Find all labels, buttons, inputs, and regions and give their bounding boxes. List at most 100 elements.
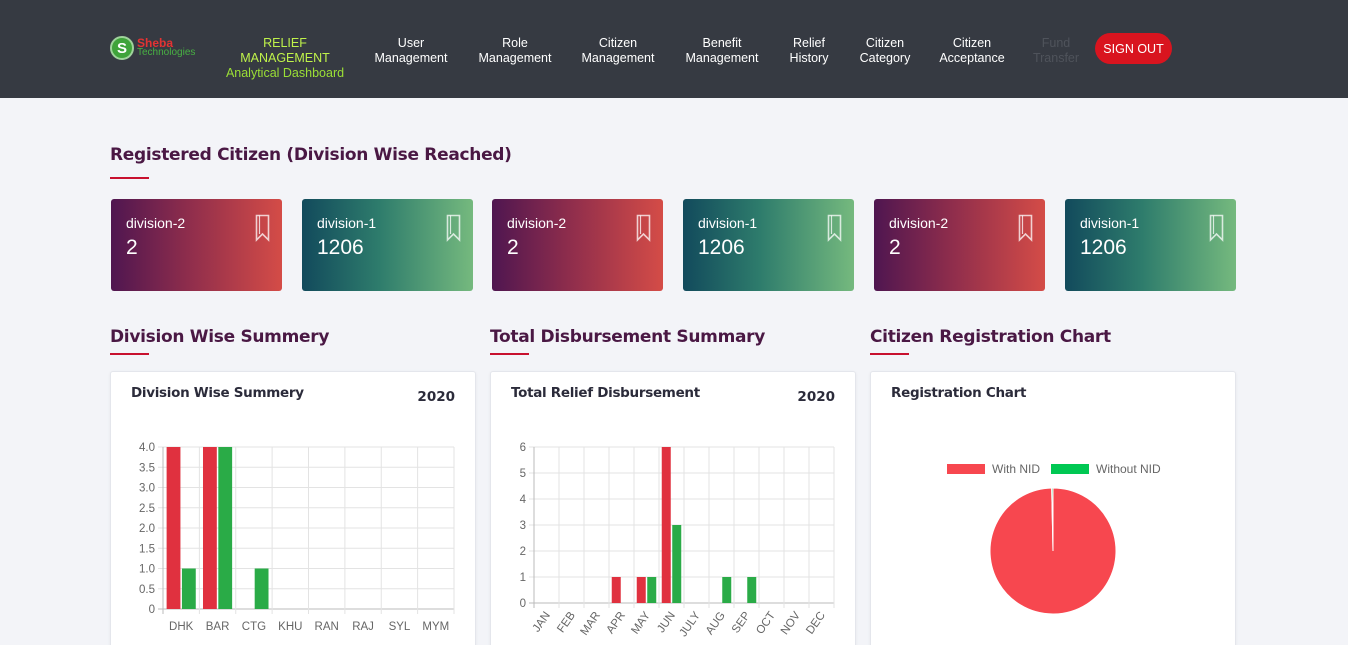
y-tick-label: 1.0 <box>139 564 155 576</box>
x-tick-label: RAJ <box>352 621 374 633</box>
division-card[interactable]: division-2 2 <box>492 199 663 291</box>
nav-benefit-management[interactable]: Benefit Management <box>679 36 765 66</box>
brand-line1: RELIEF MANAGEMENT <box>240 36 330 65</box>
division-card-value: 2 <box>126 236 138 259</box>
division-card[interactable]: division-2 2 <box>111 199 282 291</box>
nav-label: Category <box>859 51 911 65</box>
x-tick-label: JAN <box>531 610 553 635</box>
disbursement-panel: Total Relief Disbursement 2020 0 1 2 3 4 5 6 JA… <box>490 371 856 645</box>
division-card-value: 1206 <box>698 236 745 259</box>
division-card[interactable]: division-1 1206 <box>683 199 854 291</box>
registration-pie-chart: With NID Without NID <box>947 462 1161 615</box>
nav-label: Management <box>478 51 552 65</box>
nav-role-management[interactable]: Role Management <box>472 36 558 66</box>
division-summary-panel: Division Wise Summery 2020 0 0.5 1.0 1.5 2.0… <box>110 371 476 645</box>
division-card-value: 1206 <box>1080 236 1127 259</box>
heading-underline <box>110 353 149 355</box>
division-card[interactable]: division-1 1206 <box>1065 199 1236 291</box>
heading-underline <box>870 353 909 355</box>
logo-s-icon: S <box>110 36 134 60</box>
x-tick-label: SYL <box>389 621 411 633</box>
bar <box>181 568 196 609</box>
bar <box>202 447 217 609</box>
bar <box>166 447 181 609</box>
division-card-label: division-1 <box>1080 215 1140 231</box>
y-tick-label: 5 <box>520 468 526 480</box>
x-tick-label: MAY <box>629 610 653 637</box>
logo-line2: Technologies <box>137 47 196 58</box>
x-tick-label: KHU <box>278 621 302 633</box>
x-tick-label: SEP <box>730 610 753 636</box>
bar <box>218 447 233 609</box>
division-card-label: division-2 <box>126 215 186 231</box>
bookmark-icon <box>1209 214 1224 242</box>
bookmark-icon <box>827 214 842 242</box>
nav-label: Management <box>374 51 448 65</box>
x-tick-label: BAR <box>206 621 230 633</box>
nav-label: Citizen <box>952 36 992 50</box>
y-tick-label: 3.0 <box>139 483 155 495</box>
y-tick-label: 2.0 <box>139 523 155 535</box>
disbursement-summary-heading: Total Disbursement Summary <box>490 327 766 347</box>
nav-label: Acceptance <box>939 51 1005 65</box>
y-tick-label: 4 <box>520 494 527 506</box>
x-tick-label: JUN <box>655 610 678 635</box>
registered-citizen-heading: Registered Citizen (Division Wise Reache… <box>110 145 512 165</box>
nav-label: Management <box>581 51 655 65</box>
nav-label: Management <box>685 51 759 65</box>
bar <box>722 577 732 603</box>
nav-citizen-category[interactable]: Citizen Category <box>855 36 915 66</box>
nav-label: User <box>397 36 425 50</box>
division-card[interactable]: division-2 2 <box>874 199 1045 291</box>
bookmark-icon <box>446 214 461 242</box>
nav-relief-history[interactable]: Relief History <box>779 36 839 66</box>
nav-label: History <box>789 51 829 65</box>
y-tick-label: 2 <box>520 546 526 558</box>
sheba-logo[interactable]: S Sheba Technologies <box>110 36 195 60</box>
x-tick-label: DEC <box>804 610 828 637</box>
top-navbar: S Sheba Technologies RELIEF MANAGEMENT A… <box>0 0 1348 98</box>
division-card-label: division-1 <box>317 215 377 231</box>
division-card-label: division-1 <box>698 215 758 231</box>
nav-label: Role <box>502 36 528 50</box>
bar <box>747 577 757 603</box>
x-tick-label: MAR <box>578 610 602 638</box>
analytical-dashboard-link[interactable]: RELIEF MANAGEMENT Analytical Dashboard <box>222 36 348 81</box>
division-card-label: division-2 <box>889 215 949 231</box>
bar <box>636 577 646 603</box>
brand-line2: Analytical Dashboard <box>225 66 345 80</box>
bookmark-icon <box>1018 214 1033 242</box>
bar <box>254 568 269 609</box>
nav-label: Benefit <box>702 36 742 50</box>
bookmark-icon <box>636 214 651 242</box>
nav-citizen-acceptance[interactable]: Citizen Acceptance <box>936 36 1008 66</box>
division-card-value: 2 <box>507 236 519 259</box>
heading-underline <box>110 177 149 179</box>
x-tick-label: FEB <box>555 610 578 635</box>
disbursement-bar-chart: 0 1 2 3 4 5 6 JAN FEB MAR APR MAY JUN JULY AUG SEP OCT NO… <box>520 442 835 639</box>
heading-underline <box>490 353 529 355</box>
x-tick-label: MYM <box>422 621 449 633</box>
division-card[interactable]: division-1 1206 <box>302 199 473 291</box>
legend-label: Without NID <box>1096 462 1161 476</box>
nav-label: Transfer <box>1032 51 1080 65</box>
nav-fund-transfer[interactable]: Fund Transfer <box>1028 36 1084 66</box>
x-tick-label: OCT <box>754 610 778 637</box>
nav-user-management[interactable]: User Management <box>368 36 454 66</box>
y-tick-label: 2.5 <box>139 503 155 515</box>
y-tick-label: 1 <box>520 572 526 584</box>
legend-label: With NID <box>992 462 1040 476</box>
y-tick-label: 3 <box>520 520 526 532</box>
y-tick-label: 0.5 <box>139 584 155 596</box>
sign-out-button[interactable]: SIGN OUT <box>1095 33 1172 64</box>
division-card-value: 2 <box>889 236 901 259</box>
x-tick-label: NOV <box>779 610 803 638</box>
bar <box>611 577 621 603</box>
nav-label: Citizen <box>598 36 638 50</box>
legend-swatch <box>947 464 985 474</box>
division-card-value: 1206 <box>317 236 364 259</box>
x-tick-label: AUG <box>704 610 728 637</box>
division-bar-chart: 0 0.5 1.0 1.5 2.0 2.5 3.0 3.5 4.0 DHK BAR CTG KHU RAN… <box>139 442 455 633</box>
nav-citizen-management[interactable]: Citizen Management <box>575 36 661 66</box>
division-summary-heading: Division Wise Summery <box>110 327 330 347</box>
